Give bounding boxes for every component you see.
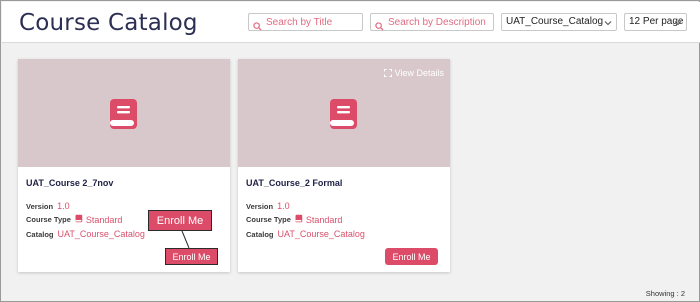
catalog-row: Catalog UAT_Course_Catalog [26, 229, 145, 239]
view-details-label: View Details [394, 68, 444, 78]
chevron-down-icon [674, 17, 682, 33]
course-type-row: Course Type Standard [246, 214, 342, 225]
search-title-input[interactable] [266, 16, 356, 28]
catalog-value: UAT_Course_Catalog [277, 229, 365, 239]
per-page-select[interactable]: 12 Per page [624, 13, 687, 31]
page-title: Course Catalog [19, 10, 198, 36]
app-frame: Course Catalog UAT_Course_Catalog 12 Per… [0, 0, 700, 302]
course-card[interactable]: View Details UAT_Course_2 Formal Version… [238, 59, 450, 272]
course-type-value: Standard [85, 214, 123, 225]
course-title[interactable]: UAT_Course_2 Formal [246, 178, 342, 188]
course-type-row: Course Type Standard [26, 214, 122, 225]
expand-icon [383, 69, 392, 77]
catalog-select-value: UAT_Course_Catalog [506, 16, 604, 27]
enroll-callout: Enroll Me [148, 210, 212, 231]
page-header: Course Catalog UAT_Course_Catalog 12 Per… [2, 2, 700, 43]
search-description-input[interactable] [388, 16, 488, 28]
version-label: Version [26, 201, 54, 211]
version-label: Version [246, 201, 274, 211]
enroll-button[interactable]: Enroll Me [165, 248, 218, 265]
course-type-value: Standard [305, 214, 343, 225]
catalog-value: UAT_Course_Catalog [57, 229, 145, 239]
catalog-select[interactable]: UAT_Course_Catalog [501, 13, 617, 31]
search-icon [375, 18, 384, 31]
course-thumbnail[interactable]: View Details [238, 59, 450, 167]
version-row: Version 1.0 [26, 201, 70, 211]
search-icon [253, 18, 262, 31]
enroll-button[interactable]: Enroll Me [385, 248, 438, 265]
chevron-down-icon [604, 17, 612, 33]
book-icon [75, 214, 83, 225]
catalog-label: Catalog [246, 229, 274, 239]
version-value: 1.0 [57, 201, 70, 211]
search-title-field[interactable] [248, 13, 363, 31]
version-row: Version 1.0 [246, 201, 290, 211]
course-thumbnail[interactable] [18, 59, 230, 167]
book-icon [295, 214, 303, 225]
course-card[interactable]: UAT_Course 2_7nov Version 1.0 Course Typ… [18, 59, 230, 272]
catalog-row: Catalog UAT_Course_Catalog [246, 229, 365, 239]
search-description-field[interactable] [370, 13, 494, 31]
course-type-label: Course Type [26, 215, 71, 224]
showing-count: Showing : 2 [645, 289, 685, 298]
book-icon [108, 98, 140, 135]
catalog-label: Catalog [26, 229, 54, 239]
view-details-link[interactable]: View Details [383, 68, 444, 78]
course-type-label: Course Type [246, 215, 291, 224]
course-title[interactable]: UAT_Course 2_7nov [26, 178, 113, 188]
version-value: 1.0 [277, 201, 290, 211]
book-icon [328, 98, 360, 135]
